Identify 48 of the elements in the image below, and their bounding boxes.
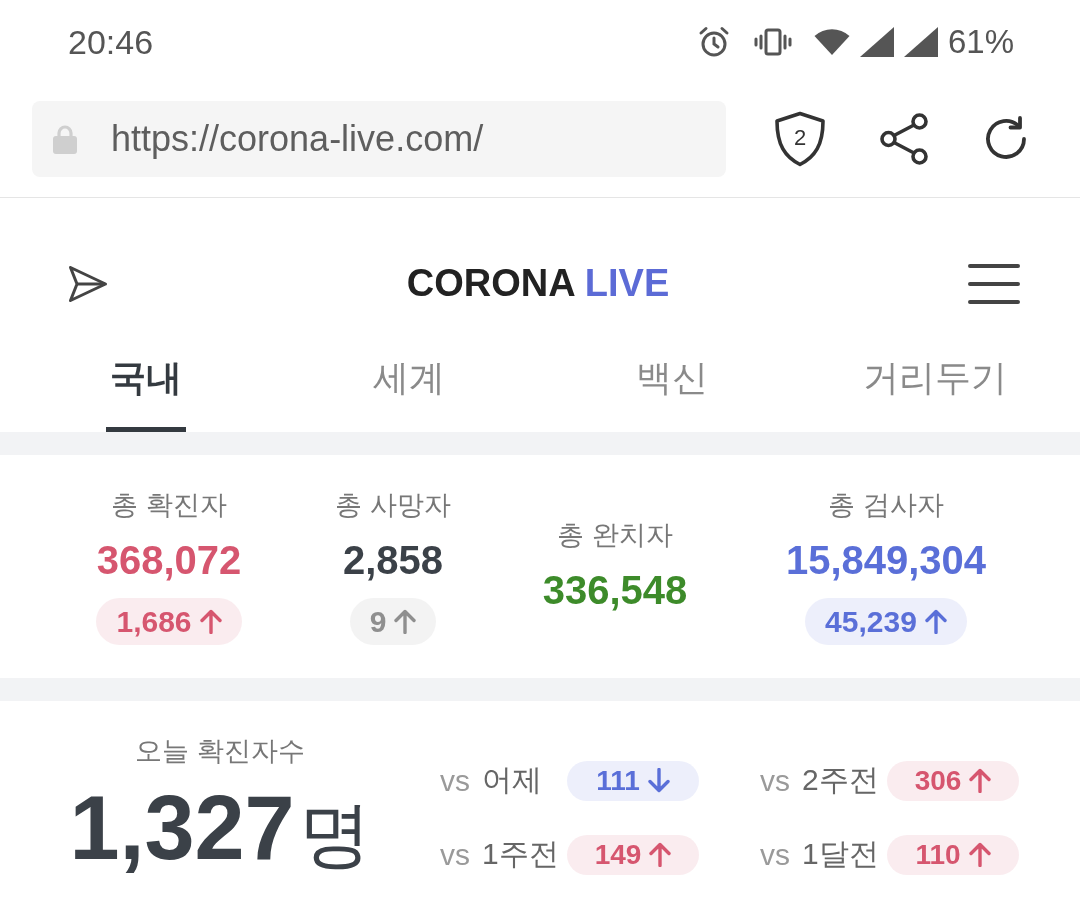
share-button[interactable]	[880, 113, 928, 165]
status-time: 20:46	[68, 22, 154, 62]
stat-label: 총 확진자	[111, 489, 227, 522]
menu-icon[interactable]	[968, 263, 1020, 304]
vs-text: vs	[760, 837, 790, 872]
vs-text: vs	[440, 763, 470, 798]
tracker-shield-button[interactable]: 2	[774, 111, 826, 167]
change-value: 306	[914, 764, 962, 797]
tab[interactable]: 백신	[631, 345, 712, 432]
tab[interactable]: 거리두기	[858, 345, 1011, 432]
stat-label: 총 검사자	[828, 489, 944, 522]
today-count: 1,327	[69, 778, 295, 878]
comparison-label: 1달전	[802, 836, 880, 872]
change-value: 9	[369, 604, 387, 639]
change-value: 1,686	[116, 604, 192, 639]
logo-wordmark: CORONA	[406, 262, 575, 304]
vs-text: vs	[440, 837, 470, 872]
stat-value: 368,072	[96, 537, 242, 584]
tracker-count: 2	[793, 125, 807, 151]
change-value: 111	[596, 764, 640, 797]
battery-percentage: 61%	[947, 23, 1014, 61]
alarm-clock-icon	[697, 26, 730, 58]
comparison-label: 2주전	[802, 762, 880, 798]
change-value: 45,239	[825, 604, 917, 639]
comparison-label: 1주전	[482, 836, 560, 872]
shield-icon	[774, 111, 826, 167]
url-text: https://corona-live.com/	[111, 118, 484, 160]
tab[interactable]: 세계	[368, 345, 449, 432]
vs-text: vs	[760, 763, 790, 798]
today-label: 오늘 확진자수	[135, 735, 305, 768]
stat-value: 2,858	[342, 537, 444, 584]
stat-value: 15,849,304	[785, 537, 987, 584]
stat-value: 336,548	[542, 567, 688, 614]
signal-icon	[859, 27, 894, 57]
address-bar[interactable]: https://corona-live.com/	[32, 101, 726, 177]
stat-label: 총 사망자	[335, 489, 451, 522]
comparison-label: 어제	[482, 762, 543, 798]
share-icon	[880, 113, 928, 165]
vibrate-icon	[753, 28, 792, 56]
send-icon[interactable]	[68, 264, 108, 303]
lock-icon	[53, 124, 77, 154]
signal-icon	[903, 27, 938, 57]
change-value: 110	[915, 838, 961, 871]
logo-accent-text: LIVE	[584, 262, 670, 304]
count-unit: 명	[298, 793, 371, 876]
wifi-icon	[813, 28, 850, 56]
change-value: 149	[594, 838, 642, 871]
stat-label: 총 완치자	[557, 519, 673, 552]
